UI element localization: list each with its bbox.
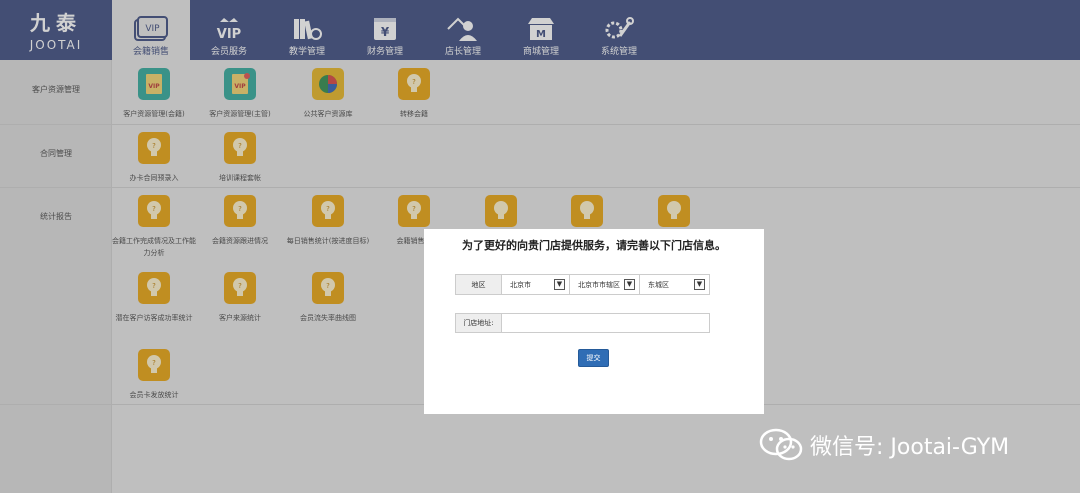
city-select[interactable]: 北京市市辖区 ▼	[570, 275, 640, 294]
region-label: 地区	[456, 275, 502, 294]
city-value: 北京市市辖区	[578, 280, 620, 289]
store-address-input[interactable]	[502, 314, 709, 332]
modal-title: 为了更好的向贵门店提供服务，请完善以下门店信息。	[462, 239, 726, 252]
province-select[interactable]: 北京市 ▼	[502, 275, 570, 294]
watermark-text: 微信号: Jootai-GYM	[810, 435, 1010, 460]
chevron-down-icon: ▼	[554, 279, 565, 290]
province-value: 北京市	[510, 280, 531, 289]
district-select[interactable]: 东城区 ▼	[640, 275, 709, 294]
chevron-down-icon: ▼	[624, 279, 635, 290]
wechat-watermark: 微信号: Jootai-GYM	[758, 428, 1009, 462]
store-info-modal: 为了更好的向贵门店提供服务，请完善以下门店信息。 地区 北京市 ▼ 北京市市辖区…	[424, 229, 764, 414]
wechat-icon	[759, 428, 803, 461]
chevron-down-icon: ▼	[694, 279, 705, 290]
store-address-label: 门店地址:	[456, 314, 502, 332]
submit-button[interactable]: 提交	[578, 349, 609, 367]
store-address-row: 门店地址:	[455, 313, 710, 333]
region-row: 地区 北京市 ▼ 北京市市辖区 ▼ 东城区 ▼	[455, 274, 710, 295]
district-value: 东城区	[648, 280, 669, 289]
